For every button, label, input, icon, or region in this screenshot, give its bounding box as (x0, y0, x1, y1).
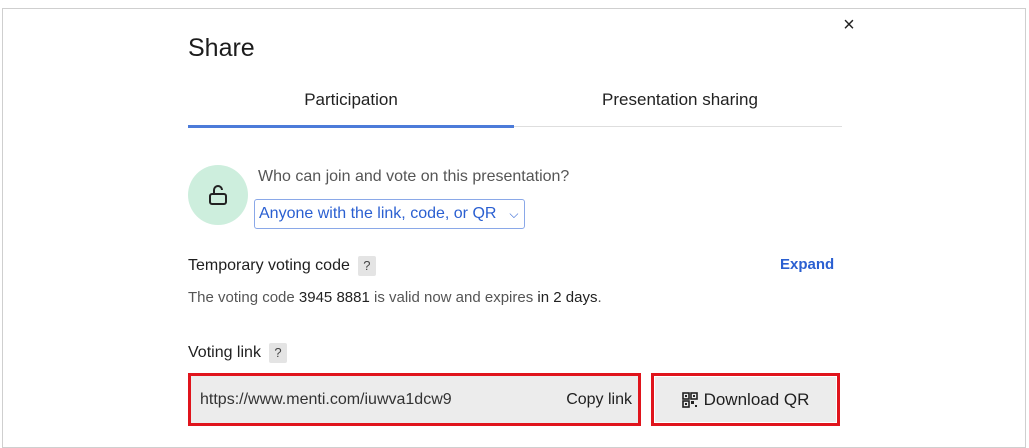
unlock-icon-svg (209, 185, 227, 205)
help-icon[interactable]: ? (357, 256, 376, 276)
voting-link-url[interactable]: https://www.menti.com/iuwva1dcw9 (200, 376, 452, 423)
voting-code-value: 3945 8881 (298, 289, 370, 306)
voting-link-title: Voting link ? (188, 343, 287, 363)
code-text-middle: is valid now and expires (369, 289, 538, 306)
voting-code-expiry: in 2 days (537, 289, 598, 306)
access-question: Who can join and vote on this presentati… (258, 168, 570, 185)
voting-link-field[interactable]: https://www.menti.com/iuwva1dcw9 Copy li… (188, 373, 641, 426)
download-qr-button-inner: Download QR (655, 377, 836, 422)
active-tab-indicator (188, 125, 514, 128)
chevron-down-icon: ⌵ (509, 207, 519, 221)
access-select[interactable]: Anyone with the link, code, or QR ⌵ (254, 199, 526, 229)
access-select-value: Anyone with the link, code, or QR (259, 205, 497, 222)
voting-code-description: The voting code 3945 8881 is valid now a… (188, 289, 602, 306)
copy-link-button[interactable]: Copy link (566, 376, 632, 423)
download-qr-label: Download QR (703, 389, 810, 409)
code-text-suffix: . (597, 289, 602, 306)
qr-code-icon (681, 391, 698, 408)
tab-bar: Participation Presentation sharing (188, 86, 842, 128)
help-icon[interactable]: ? (268, 343, 287, 363)
expand-link[interactable]: Expand (780, 256, 834, 273)
voting-code-title: Temporary voting code ? (188, 256, 376, 276)
tab-presentation-sharing[interactable]: Presentation sharing (518, 86, 842, 124)
tab-participation[interactable]: Participation (188, 86, 514, 124)
dialog-title: Share (188, 34, 255, 62)
unlock-icon (188, 165, 248, 225)
voting-link-title-label: Voting link (188, 344, 261, 361)
voting-code-title-label: Temporary voting code (188, 257, 350, 274)
download-qr-button[interactable]: Download QR (651, 373, 840, 426)
code-text-prefix: The voting code (188, 289, 299, 306)
close-icon[interactable]: × (838, 14, 860, 36)
